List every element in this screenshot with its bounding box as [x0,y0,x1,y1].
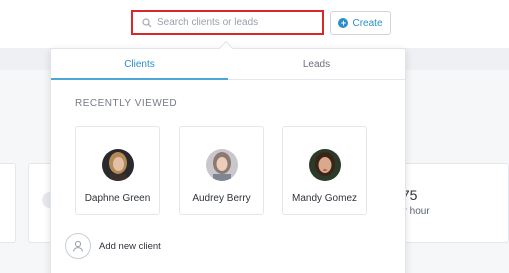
recent-clients-list: Daphne Green Audrey Berry Mandy Gomez [75,126,375,216]
background-card [0,163,16,243]
search-box[interactable] [131,10,324,35]
recently-viewed-heading: RECENTLY VIEWED [75,98,178,109]
app-page: .75 er hour + Create Clients Leads RECEN… [0,0,509,273]
tab-leads[interactable]: Leads [228,49,405,79]
add-new-client-button[interactable]: Add new client [65,233,161,259]
create-button-label: Create [352,17,383,29]
tab-label: Leads [302,58,331,70]
create-button[interactable]: + Create [330,11,391,35]
user-icon [65,233,91,259]
avatar [206,149,238,181]
plus-circle-icon: + [338,18,349,28]
client-name: Audrey Berry [192,193,251,204]
avatar [102,149,134,181]
background-stat-card [398,163,509,243]
client-card-audrey-berry[interactable]: Audrey Berry [179,126,264,215]
client-card-mandy-gomez[interactable]: Mandy Gomez [282,126,367,215]
avatar [309,149,341,181]
tab-label: Clients [124,58,155,70]
client-name: Mandy Gomez [291,193,358,204]
add-new-client-label: Add new client [99,240,161,252]
tab-clients[interactable]: Clients [51,49,228,80]
search-dropdown: Clients Leads RECENTLY VIEWED Daphne Gre… [50,40,406,273]
dropdown-tabs: Clients Leads [51,49,405,80]
client-card-daphne-green[interactable]: Daphne Green [75,126,160,215]
client-name: Daphne Green [84,193,151,204]
search-icon [141,17,153,29]
search-input[interactable] [157,17,317,28]
